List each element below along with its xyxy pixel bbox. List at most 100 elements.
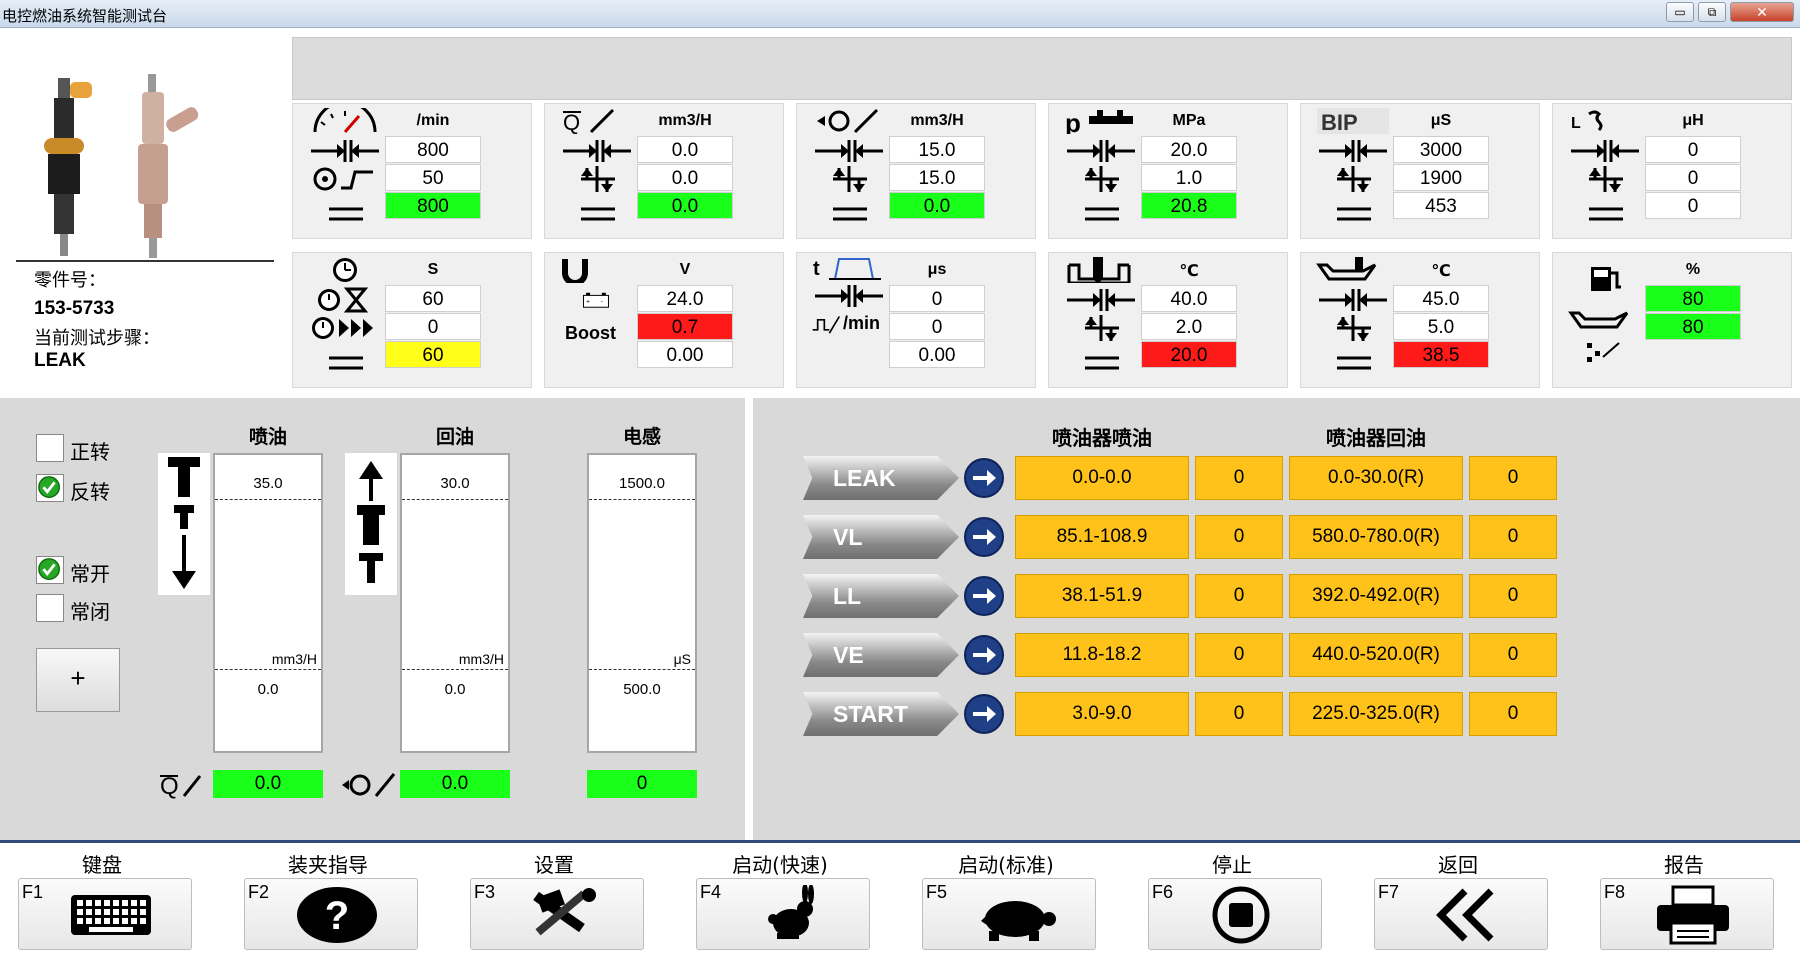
inductance-gauge-bottom: 500.0 [623,681,661,698]
add-button[interactable]: + [36,648,120,712]
panel-value-3[interactable]: 800 [385,192,481,219]
rabbit-button[interactable]: F4 [696,878,870,950]
spray-gauge-title: 喷油 [248,426,287,448]
panel-value-1[interactable]: 0.0 [637,136,733,163]
panel-value-2[interactable]: 80 [1645,313,1741,340]
fkey-f5: 启动(标准) F5 [906,843,1106,963]
printer-button[interactable]: F8 [1600,878,1774,950]
normally-open-checkbox[interactable] [36,556,64,584]
spray-direction-icon [158,453,210,595]
fuel-level-icon [1567,265,1643,291]
pulse-per-min-icon [811,311,841,337]
step-ll-label[interactable]: LL [803,574,959,618]
turtle-button[interactable]: F5 [922,878,1096,950]
keyboard-button[interactable]: F1 [18,878,192,950]
help-button[interactable]: F2? [244,878,418,950]
pulse-panel: μs t/min 0 0 0.00 [796,252,1036,388]
panel-value-3[interactable]: 0.00 [637,341,733,368]
speed-panel: /min 800 50 800 [292,100,532,239]
panel-value-3[interactable]: 20.0 [1141,341,1237,368]
panel-value-2[interactable]: 0 [889,313,985,340]
panel-value-2[interactable]: 15.0 [889,164,985,191]
spray-gauge: 35.0 mm3/H 0.0 [213,453,323,753]
spray-range: 85.1-108.9 [1015,515,1189,559]
run-step-vl-icon[interactable] [963,516,1005,558]
check-icon [38,476,60,498]
fkey-number: F6 [1152,882,1174,902]
panel-unit: μS [1430,112,1452,129]
svg-text:+: + [586,298,590,305]
panel-unit: ℃ [1431,263,1451,280]
panel-value-2[interactable]: 1900 [1393,164,1489,191]
spray-value: 0 [1195,515,1283,559]
run-step-ve-icon[interactable] [963,634,1005,676]
return-range: 225.0-325.0(R) [1289,692,1463,736]
return-column-header: 喷油器回油 [1326,426,1426,450]
tank-temperature-icon [1063,257,1139,285]
panel-value-3[interactable]: 0.00 [889,341,985,368]
step-ve-label[interactable]: VE [803,633,959,677]
panel-value-1[interactable]: 45.0 [1393,285,1489,312]
panel-value-1[interactable]: 20.0 [1141,136,1237,163]
panel-value-2[interactable]: 1.0 [1141,164,1237,191]
panel-unit: S [427,261,439,278]
return-range: 392.0-492.0(R) [1289,574,1463,618]
panel-value-2[interactable]: 0.7 [637,313,733,340]
panel-value-3[interactable]: 60 [385,341,481,368]
panel-value-2[interactable]: 2.0 [1141,313,1237,340]
panel-value-2[interactable]: 0.0 [637,164,733,191]
step-leak-label[interactable]: LEAK [803,456,959,500]
panel-value-1[interactable]: 3000 [1393,136,1489,163]
message-bar [292,37,1792,100]
panel-value-1[interactable]: 80 [1645,285,1741,312]
panel-value-3[interactable]: 0 [1645,192,1741,219]
battery-icon: + - [569,287,619,313]
compress-arrows-icon [559,138,635,164]
panel-value-3[interactable]: 453 [1393,192,1489,219]
panel-value-3[interactable]: 0.0 [637,192,733,219]
stop-button[interactable]: F6 [1148,878,1322,950]
step-start-label[interactable]: START [803,692,959,736]
reverse-rotation-checkbox[interactable] [36,474,64,502]
tools-button[interactable]: F3 [470,878,644,950]
fkey-number: F5 [926,882,948,902]
inductance-panel: μH L 0 0 0 [1552,103,1792,239]
panel-value-1[interactable]: 800 [385,136,481,163]
panel-value-2[interactable]: 0 [385,313,481,340]
step-vl-label[interactable]: VL [803,515,959,559]
fkey-label: 键盘 [82,853,122,877]
fkey-number: F8 [1604,882,1626,902]
forward-rotation-checkbox[interactable] [36,434,64,462]
run-step-ll-icon[interactable] [963,575,1005,617]
maximize-button[interactable]: ⧉ [1698,2,1726,22]
panel-value-2[interactable]: 0 [1645,164,1741,191]
panel-unit: ℃ [1179,263,1199,280]
panel-value-1[interactable]: 15.0 [889,136,985,163]
panel-value-3[interactable]: 0.0 [889,192,985,219]
panel-value-1[interactable]: 24.0 [637,285,733,312]
panel-value-3[interactable]: 38.5 [1393,341,1489,368]
normally-closed-checkbox[interactable] [36,594,64,622]
fkey-f8: 报告 F8 [1584,843,1784,963]
return-value: 0 [1469,574,1557,618]
run-step-leak-icon[interactable] [963,457,1005,499]
tolerance-arrows-icon [1315,315,1391,341]
boost-label: Boost [565,323,616,343]
stop-icon [1212,886,1270,944]
part-separator [16,260,274,262]
minimize-button[interactable]: ▭ [1666,2,1694,22]
tank-temp-panel: ℃ 40.0 2.0 20.0 [1048,252,1288,388]
test-steps-panel: 喷油器喷油 喷油器回油 LEAK 0.0-0.0 0 0.0-30.0(R) 0 VL 85… [753,398,1800,840]
panel-value-2[interactable]: 50 [385,164,481,191]
fkey-number: F4 [700,882,722,902]
part-number-label: 零件号： [34,270,106,291]
panel-value-2[interactable]: 5.0 [1393,313,1489,340]
panel-value-1[interactable]: 0 [889,285,985,312]
run-step-start-icon[interactable] [963,693,1005,735]
panel-value-1[interactable]: 60 [385,285,481,312]
back-button[interactable]: F7 [1374,878,1548,950]
panel-value-3[interactable]: 20.8 [1141,192,1237,219]
panel-value-1[interactable]: 40.0 [1141,285,1237,312]
panel-value-1[interactable]: 0 [1645,136,1741,163]
close-button[interactable]: ✕ [1730,2,1794,22]
